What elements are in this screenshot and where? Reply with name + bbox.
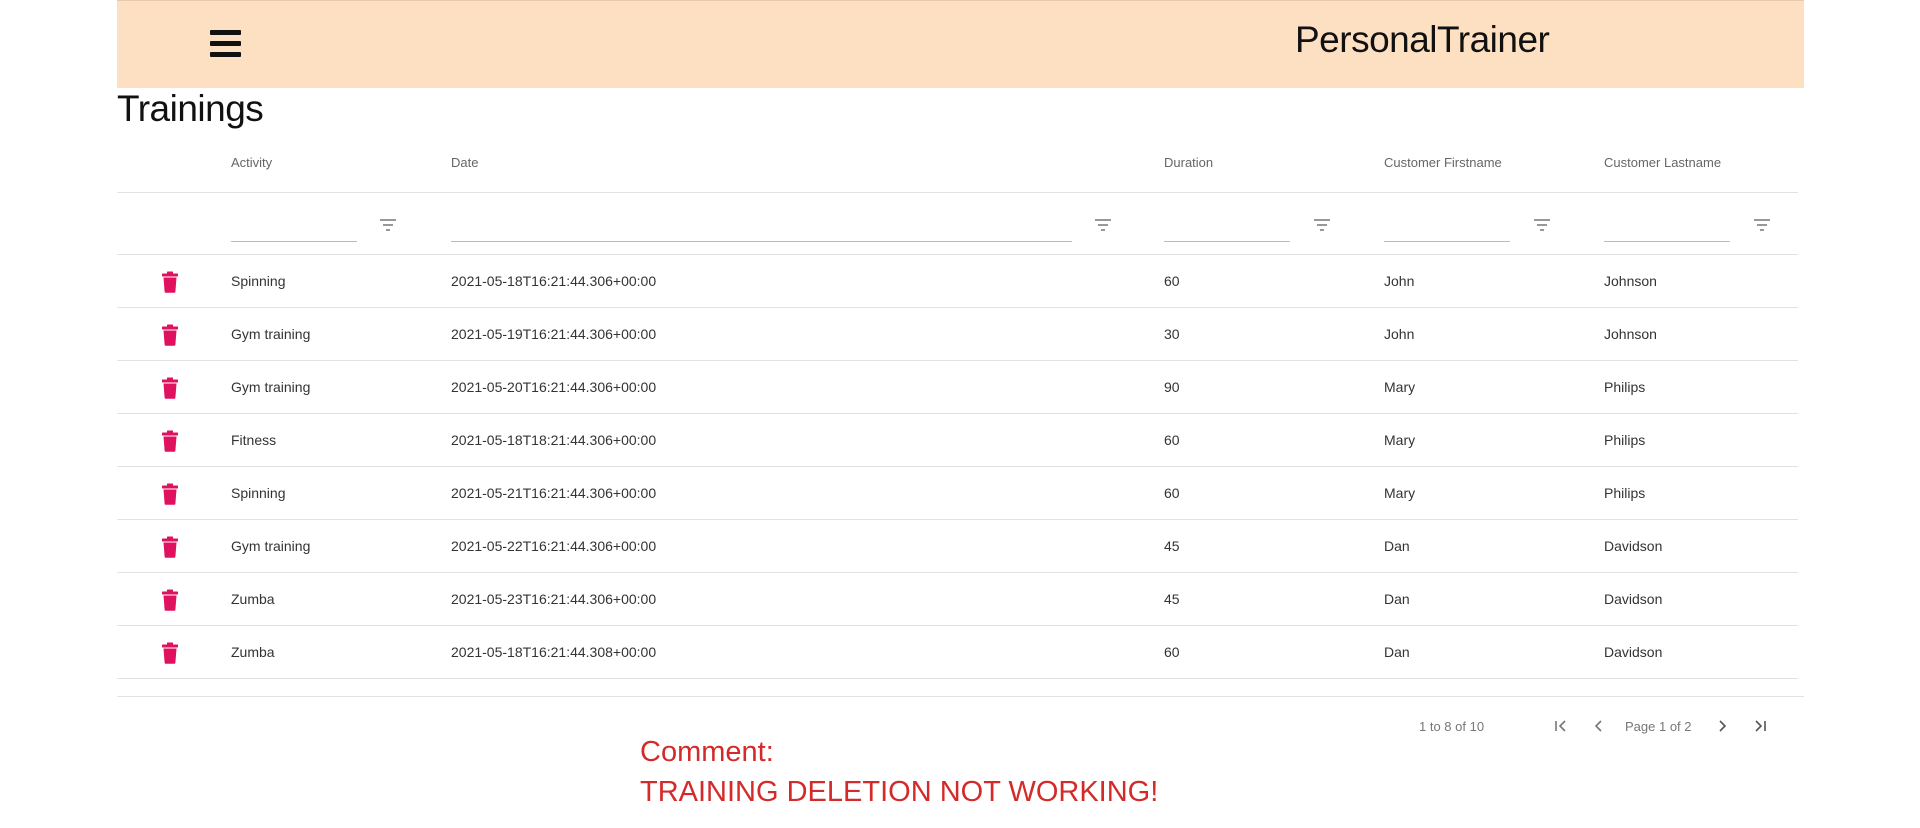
trainings-grid: Activity Date Duration Customer Firstnam… bbox=[117, 136, 1798, 679]
table-row: Zumba 2021-05-18T16:21:44.308+00:00 60 Dan D… bbox=[117, 626, 1798, 679]
lastname-filter-input[interactable] bbox=[1604, 219, 1730, 242]
date-cell: 2021-05-18T18:21:44.306+00:00 bbox=[451, 432, 657, 448]
previous-page-icon[interactable] bbox=[1589, 716, 1609, 736]
trash-icon[interactable] bbox=[161, 589, 179, 611]
firstname-filter-input[interactable] bbox=[1384, 219, 1510, 242]
duration-cell: 60 bbox=[1164, 644, 1180, 660]
duration-cell: 60 bbox=[1164, 273, 1180, 289]
lastname-cell: Davidson bbox=[1604, 591, 1663, 607]
duration-cell: 60 bbox=[1164, 432, 1180, 448]
firstname-cell: John bbox=[1384, 273, 1415, 289]
pagination-summary: 1 to 8 of 10 bbox=[1419, 719, 1485, 734]
comment-text: TRAINING DELETION NOT WORKING! bbox=[640, 776, 1159, 808]
app-title: PersonalTrainer bbox=[1295, 19, 1550, 60]
filter-icon[interactable] bbox=[1753, 218, 1771, 232]
lastname-cell: Johnson bbox=[1604, 273, 1657, 289]
filter-icon[interactable] bbox=[1094, 218, 1112, 232]
firstname-cell: Dan bbox=[1384, 591, 1410, 607]
table-row: Gym training 2021-05-20T16:21:44.306+00:0… bbox=[117, 361, 1798, 414]
grid-footer-divider bbox=[117, 696, 1804, 697]
lastname-cell: Philips bbox=[1604, 485, 1646, 501]
firstname-cell: John bbox=[1384, 326, 1415, 342]
filter-icon[interactable] bbox=[379, 218, 397, 232]
lastname-cell: Davidson bbox=[1604, 644, 1663, 660]
table-row: Spinning 2021-05-21T16:21:44.306+00:00 60 M… bbox=[117, 467, 1798, 520]
page-title: Trainings bbox=[117, 88, 264, 129]
activity-filter-input[interactable] bbox=[231, 219, 357, 242]
duration-cell: 45 bbox=[1164, 538, 1180, 554]
firstname-cell: Mary bbox=[1384, 485, 1416, 501]
column-header-customer-firstname[interactable]: Customer Firstname bbox=[1384, 155, 1502, 170]
activity-cell: Gym training bbox=[231, 538, 311, 554]
date-cell: 2021-05-22T16:21:44.306+00:00 bbox=[451, 538, 657, 554]
pagination-page-label: Page 1 of 2 bbox=[1625, 719, 1692, 734]
duration-cell: 45 bbox=[1164, 591, 1180, 607]
date-cell: 2021-05-21T16:21:44.306+00:00 bbox=[451, 485, 657, 501]
lastname-cell: Davidson bbox=[1604, 538, 1663, 554]
trash-icon[interactable] bbox=[161, 324, 179, 346]
table-row: Gym training 2021-05-19T16:21:44.306+00:0… bbox=[117, 308, 1798, 361]
column-header-activity[interactable]: Activity bbox=[231, 155, 272, 170]
table-row: Zumba 2021-05-23T16:21:44.306+00:00 45 Dan D… bbox=[117, 573, 1798, 626]
firstname-cell: Dan bbox=[1384, 644, 1410, 660]
date-cell: 2021-05-18T16:21:44.306+00:00 bbox=[451, 273, 657, 289]
date-cell: 2021-05-18T16:21:44.308+00:00 bbox=[451, 644, 657, 660]
next-page-icon[interactable] bbox=[1712, 716, 1732, 736]
activity-cell: Zumba bbox=[231, 644, 275, 660]
duration-filter-input[interactable] bbox=[1164, 219, 1290, 242]
activity-cell: Spinning bbox=[231, 485, 286, 501]
table-row: Fitness 2021-05-18T18:21:44.306+00:00 60 Ma… bbox=[117, 414, 1798, 467]
filter-icon[interactable] bbox=[1313, 218, 1331, 232]
date-cell: 2021-05-20T16:21:44.306+00:00 bbox=[451, 379, 657, 395]
duration-cell: 30 bbox=[1164, 326, 1180, 342]
lastname-cell: Philips bbox=[1604, 379, 1646, 395]
trash-icon[interactable] bbox=[161, 483, 179, 505]
lastname-cell: Johnson bbox=[1604, 326, 1657, 342]
trash-icon[interactable] bbox=[161, 430, 179, 452]
activity-cell: Zumba bbox=[231, 591, 275, 607]
comment-label: Comment: bbox=[640, 736, 774, 768]
table-row: Gym training 2021-05-22T16:21:44.306+00:0… bbox=[117, 520, 1798, 573]
date-cell: 2021-05-19T16:21:44.306+00:00 bbox=[451, 326, 657, 342]
firstname-cell: Dan bbox=[1384, 538, 1410, 554]
column-header-duration[interactable]: Duration bbox=[1164, 155, 1213, 170]
trash-icon[interactable] bbox=[161, 377, 179, 399]
trash-icon[interactable] bbox=[161, 642, 179, 664]
activity-cell: Spinning bbox=[231, 273, 286, 289]
comment-annotation: Comment: TRAINING DELETION NOT WORKING! bbox=[640, 732, 1158, 812]
column-header-date[interactable]: Date bbox=[451, 155, 478, 170]
activity-cell: Fitness bbox=[231, 432, 277, 448]
grid-body: Spinning 2021-05-18T16:21:44.306+00:00 60 J… bbox=[117, 255, 1798, 679]
duration-cell: 90 bbox=[1164, 379, 1180, 395]
trash-icon[interactable] bbox=[161, 536, 179, 558]
lastname-cell: Philips bbox=[1604, 432, 1646, 448]
firstname-cell: Mary bbox=[1384, 432, 1416, 448]
hamburger-menu-icon[interactable] bbox=[205, 25, 245, 65]
column-header-customer-lastname[interactable]: Customer Lastname bbox=[1604, 155, 1721, 170]
table-row: Spinning 2021-05-18T16:21:44.306+00:00 60 J… bbox=[117, 255, 1798, 308]
activity-cell: Gym training bbox=[231, 379, 311, 395]
filter-icon[interactable] bbox=[1533, 218, 1551, 232]
app-bar: PersonalTrainer bbox=[117, 0, 1804, 88]
last-page-icon[interactable] bbox=[1750, 716, 1770, 736]
firstname-cell: Mary bbox=[1384, 379, 1416, 395]
grid-header-row: Activity Date Duration Customer Firstnam… bbox=[117, 136, 1798, 193]
first-page-icon[interactable] bbox=[1551, 716, 1571, 736]
date-filter-input[interactable] bbox=[451, 219, 1072, 242]
duration-cell: 60 bbox=[1164, 485, 1180, 501]
activity-cell: Gym training bbox=[231, 326, 311, 342]
trash-icon[interactable] bbox=[161, 271, 179, 293]
date-cell: 2021-05-23T16:21:44.306+00:00 bbox=[451, 591, 657, 607]
grid-filter-row bbox=[117, 193, 1798, 255]
